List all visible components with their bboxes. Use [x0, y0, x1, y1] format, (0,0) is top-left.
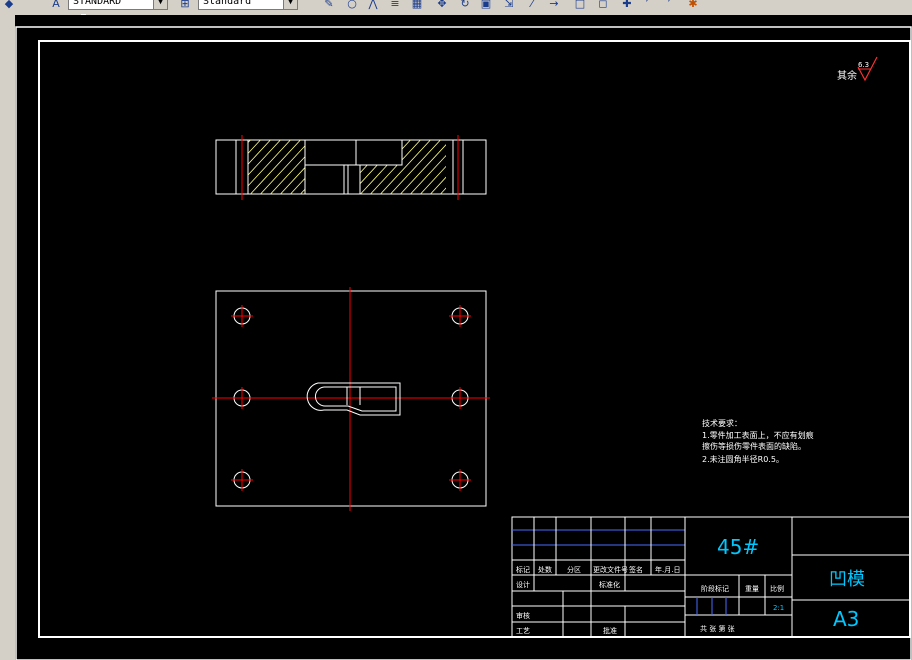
- tech-line-3: 2.未注圆角半径R0.5。: [702, 454, 784, 464]
- label-sheets: 共 张 第 张: [700, 624, 735, 633]
- label-process: 工艺: [516, 627, 530, 635]
- label-count: 处数: [538, 565, 552, 574]
- tech-requirements: 技术要求： 1.零件加工表面上，不应有划痕 擦伤等损伤零件表面的缺陷。 2.未注…: [702, 418, 814, 464]
- label-change-doc: 更改文件号: [593, 565, 628, 574]
- plan-view: [212, 287, 490, 511]
- break-icon[interactable]: □: [573, 0, 587, 10]
- hatch-line: [248, 140, 251, 144]
- label-review: 审核: [516, 611, 530, 620]
- text-style-value: STANDARD: [73, 0, 122, 7]
- offset-icon[interactable]: ≡: [388, 0, 402, 10]
- dim-style-value: Standard: [203, 0, 252, 7]
- hatch-line: [384, 140, 446, 194]
- move-icon[interactable]: ✥: [435, 0, 449, 10]
- rotate-icon[interactable]: ↻: [458, 0, 472, 10]
- die-cavity-inner: [315, 386, 397, 412]
- hatch-line: [289, 177, 305, 194]
- hatch-line: [248, 140, 271, 165]
- chevron-down-icon[interactable]: ▼: [153, 0, 167, 9]
- hatch-line: [424, 140, 446, 194]
- chamfer-icon[interactable]: ◻: [596, 0, 610, 10]
- dim-style-icon[interactable]: ⊞: [178, 0, 192, 10]
- outer-border: [15, 26, 912, 660]
- hatch-line: [360, 140, 376, 194]
- tech-heading: 技术要求：: [702, 418, 742, 428]
- hatch-line: [374, 140, 436, 194]
- scale-icon[interactable]: ▣: [479, 0, 493, 10]
- pencil-icon[interactable]: ✎: [322, 0, 336, 10]
- material-text: 45#: [717, 535, 759, 559]
- label-zone: 分区: [567, 565, 581, 574]
- trim-icon[interactable]: ⁄: [525, 0, 539, 10]
- circle-draw-icon[interactable]: ○: [345, 0, 359, 10]
- hatch-line: [269, 156, 305, 194]
- label-mark: 标记: [516, 565, 530, 574]
- roughness-note: 其余: [837, 69, 857, 82]
- scale-value: 2:1: [773, 604, 784, 612]
- stretch-icon[interactable]: ⇲: [502, 0, 516, 10]
- hatch-line: [259, 145, 305, 194]
- inner-border: [38, 40, 911, 638]
- extend-icon[interactable]: →: [547, 0, 561, 10]
- tool-icon[interactable]: ✱: [686, 0, 700, 10]
- hatch-line: [248, 140, 281, 176]
- label-approve: 批准: [603, 626, 617, 635]
- array-icon[interactable]: ▦: [410, 0, 424, 10]
- help-icon[interactable]: ʼ: [662, 0, 676, 10]
- hatch-line: [249, 140, 301, 194]
- roughness-value: 6.3: [858, 61, 869, 69]
- hatch-line: [444, 140, 446, 194]
- hatch-line: [394, 140, 446, 194]
- drawing-svg: 其余 6.3 技术要求： 1.零件加工表面上，不应有划痕 擦伤等损伤零件表面的缺…: [15, 26, 912, 660]
- dim-style-select[interactable]: Standard ▼: [198, 0, 298, 10]
- label-signature: 签名: [629, 565, 643, 574]
- hatch-line: [248, 140, 261, 155]
- drawing-canvas[interactable]: 其余 6.3 技术要求： 1.零件加工表面上，不应有划痕 擦伤等损伤零件表面的缺…: [15, 15, 912, 660]
- part-name-text: 凹模: [829, 569, 865, 590]
- chevron-down-icon[interactable]: ▼: [283, 0, 297, 9]
- hatch-line: [299, 188, 305, 194]
- hatch-line: [364, 140, 426, 194]
- sheet-size-text: A3: [833, 607, 859, 631]
- explode-icon[interactable]: ʼ: [640, 0, 654, 10]
- tech-line-1: 1.零件加工表面上，不应有划痕: [702, 430, 814, 440]
- tech-line-2: 擦伤等损伤零件表面的缺陷。: [702, 441, 806, 451]
- label-ratio: 比例: [770, 584, 784, 593]
- hatch-line: [414, 140, 446, 194]
- label-standardize: 标准化: [599, 580, 620, 589]
- text-style-icon[interactable]: A: [49, 0, 63, 10]
- section-view: [215, 135, 487, 200]
- hatch-line: [360, 140, 406, 194]
- hatch-line: [360, 140, 386, 194]
- hatch-line: [404, 140, 446, 194]
- label-date: 年.月.日: [655, 565, 680, 574]
- toolbar: ◆ A STANDARD ▼ ⊞ Standard ▼ ✎ ○ ⋀ ≡ ▦ ✥ …: [0, 0, 912, 13]
- hatch-line: [360, 140, 416, 194]
- mirror-icon[interactable]: ⋀: [366, 0, 380, 10]
- label-design: 设计: [516, 580, 530, 589]
- label-stage-mark: 阶段标记: [701, 584, 729, 593]
- hatch-line: [248, 140, 291, 187]
- label-weight: 重量: [745, 585, 759, 593]
- dropdown-end-icon: ◆: [4, 0, 14, 10]
- fillet-icon[interactable]: ✚: [620, 0, 634, 10]
- text-style-select[interactable]: STANDARD ▼: [68, 0, 168, 10]
